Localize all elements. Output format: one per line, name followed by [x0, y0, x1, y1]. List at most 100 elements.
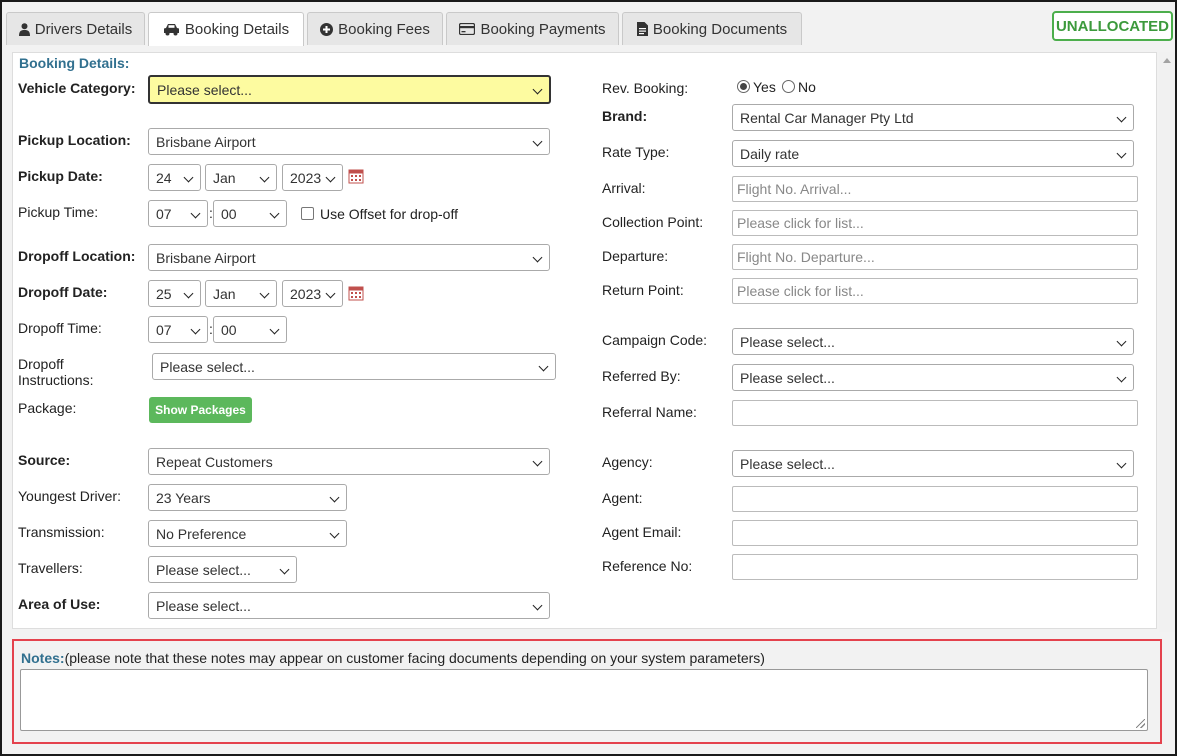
agency-select[interactable]: Please select...: [732, 450, 1134, 477]
collection-point-placeholder: Please click for list...: [737, 215, 864, 231]
area-of-use-value: Please select...: [156, 597, 251, 614]
plus-circle-icon: [320, 22, 334, 36]
rate-type-value: Daily rate: [740, 145, 800, 162]
car-icon: [163, 24, 179, 36]
campaign-code-select[interactable]: Please select...: [732, 328, 1134, 355]
tab-label: Booking Fees: [338, 20, 430, 38]
vehicle-category-value: Please select...: [157, 81, 252, 98]
pickup-month-select[interactable]: Jan: [205, 164, 277, 191]
pickup-location-value: Brisbane Airport: [156, 133, 256, 150]
dropoff-minute-select[interactable]: 00: [213, 316, 287, 343]
scroll-up-icon[interactable]: [1163, 58, 1171, 63]
pickup-time-label: Pickup Time:: [18, 204, 99, 220]
youngest-driver-label: Youngest Driver:: [18, 488, 121, 504]
departure-flight-input[interactable]: Flight No. Departure...: [732, 244, 1138, 270]
pickup-location-select[interactable]: Brisbane Airport: [148, 128, 550, 155]
package-label: Package:: [18, 400, 77, 416]
dropoff-instructions-select[interactable]: Please select...: [152, 353, 556, 380]
youngest-driver-select[interactable]: 23 Years: [148, 484, 347, 511]
referred-by-value: Please select...: [740, 369, 835, 386]
show-packages-button[interactable]: Show Packages: [149, 397, 252, 423]
youngest-driver-value: 23 Years: [156, 489, 211, 506]
dropoff-location-value: Brisbane Airport: [156, 249, 256, 266]
area-of-use-label: Area of Use:: [18, 596, 101, 612]
scrollbar[interactable]: [1159, 52, 1175, 632]
campaign-code-label: Campaign Code:: [602, 332, 708, 348]
tab-booking-details[interactable]: Booking Details: [148, 12, 304, 46]
arrival-label: Arrival:: [602, 180, 646, 196]
use-offset-label: Use Offset for drop-off: [320, 206, 458, 222]
use-offset-checkbox[interactable]: [301, 207, 314, 220]
pickup-year-select[interactable]: 2023: [282, 164, 343, 191]
pickup-hour-value: 07: [156, 205, 172, 222]
rate-type-label: Rate Type:: [602, 144, 670, 160]
dropoff-location-select[interactable]: Brisbane Airport: [148, 244, 550, 271]
arrival-flight-input[interactable]: Flight No. Arrival...: [732, 176, 1138, 202]
agent-input[interactable]: [732, 486, 1138, 512]
rev-booking-yes-label: Yes: [753, 79, 776, 95]
document-icon: [636, 22, 648, 36]
travellers-select[interactable]: Please select...: [148, 556, 297, 583]
tab-booking-payments[interactable]: Booking Payments: [446, 12, 619, 45]
area-of-use-select[interactable]: Please select...: [148, 592, 550, 619]
brand-select[interactable]: Rental Car Manager Pty Ltd: [732, 104, 1134, 131]
departure-label: Departure:: [602, 248, 669, 264]
dropoff-day-value: 25: [156, 285, 172, 302]
dropoff-instructions-value: Please select...: [160, 358, 255, 375]
return-point-placeholder: Please click for list...: [737, 283, 864, 299]
notes-label: Notes:(please note that these notes may …: [21, 650, 765, 666]
dropoff-instructions-label-line1: Dropoff: [18, 356, 64, 372]
source-select[interactable]: Repeat Customers: [148, 448, 550, 475]
agency-value: Please select...: [740, 455, 835, 472]
transmission-value: No Preference: [156, 525, 247, 542]
rev-booking-no-label: No: [798, 79, 816, 95]
tab-booking-documents[interactable]: Booking Documents: [622, 12, 802, 45]
pickup-calendar-icon[interactable]: [348, 168, 364, 184]
tab-label: Booking Payments: [480, 20, 606, 38]
dropoff-location-label: Dropoff Location:: [18, 248, 136, 264]
dropoff-month-select[interactable]: Jan: [205, 280, 277, 307]
travellers-value: Please select...: [156, 561, 251, 578]
rev-booking-label: Rev. Booking:: [602, 80, 689, 96]
notes-section: Notes:(please note that these notes may …: [12, 639, 1162, 744]
referred-by-label: Referred By:: [602, 368, 681, 384]
rate-type-select[interactable]: Daily rate: [732, 140, 1134, 167]
rev-booking-yes-radio[interactable]: [737, 80, 750, 93]
agency-label: Agency:: [602, 454, 653, 470]
resize-grip-icon[interactable]: [1136, 719, 1145, 728]
tab-booking-fees[interactable]: Booking Fees: [307, 12, 443, 45]
notes-title: Notes:: [21, 650, 65, 666]
dropoff-year-select[interactable]: 2023: [282, 280, 343, 307]
pickup-location-label: Pickup Location:: [18, 132, 131, 148]
tab-drivers-details[interactable]: Drivers Details: [6, 12, 145, 45]
dropoff-hour-select[interactable]: 07: [148, 316, 208, 343]
pickup-year-value: 2023: [290, 169, 322, 186]
pickup-date-label: Pickup Date:: [18, 168, 103, 184]
referral-name-input[interactable]: [732, 400, 1138, 426]
agent-label: Agent:: [602, 490, 643, 506]
dropoff-instructions-label-line2: Instructions:: [18, 372, 94, 388]
transmission-select[interactable]: No Preference: [148, 520, 347, 547]
dropoff-month-value: Jan: [213, 285, 236, 302]
pickup-minute-select[interactable]: 00: [213, 200, 287, 227]
referred-by-select[interactable]: Please select...: [732, 364, 1134, 391]
rev-booking-no-radio[interactable]: [782, 80, 795, 93]
pickup-day-select[interactable]: 24: [148, 164, 201, 191]
dropoff-calendar-icon[interactable]: [348, 285, 364, 301]
vehicle-category-select[interactable]: Please select...: [148, 75, 551, 104]
brand-label: Brand:: [602, 108, 648, 124]
travellers-label: Travellers:: [18, 560, 83, 576]
dropoff-day-select[interactable]: 25: [148, 280, 201, 307]
section-title: Booking Details:: [19, 55, 130, 71]
source-value: Repeat Customers: [156, 453, 273, 470]
return-point-input[interactable]: Please click for list...: [732, 278, 1138, 304]
agent-email-input[interactable]: [732, 520, 1138, 546]
reference-no-input[interactable]: [732, 554, 1138, 580]
tab-label: Booking Details: [184, 21, 290, 38]
credit-card-icon: [459, 23, 476, 35]
collection-point-input[interactable]: Please click for list...: [732, 210, 1138, 236]
dropoff-date-label: Dropoff Date:: [18, 284, 108, 300]
brand-value: Rental Car Manager Pty Ltd: [740, 109, 914, 126]
pickup-hour-select[interactable]: 07: [148, 200, 208, 227]
notes-textarea[interactable]: [20, 669, 1148, 731]
